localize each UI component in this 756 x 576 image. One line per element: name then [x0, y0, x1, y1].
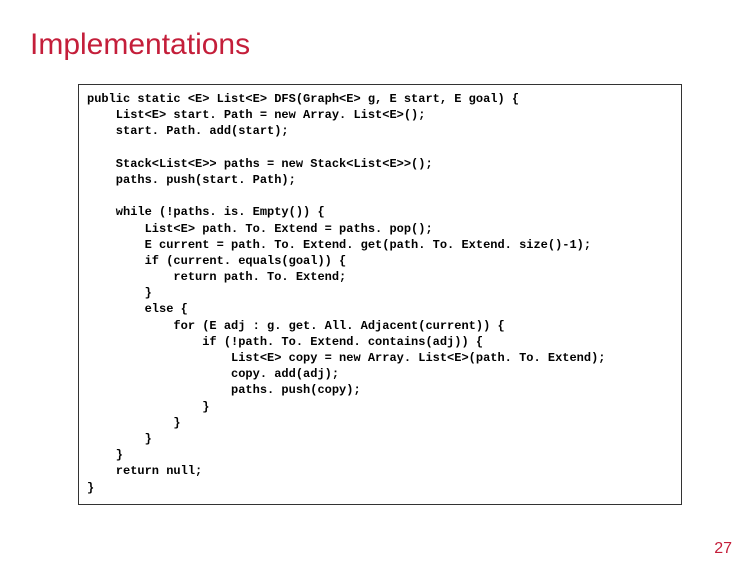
- code-line: }: [87, 432, 152, 446]
- code-line: paths. push(start. Path);: [87, 173, 296, 187]
- code-line: else {: [87, 302, 188, 316]
- code-box: public static <E> List<E> DFS(Graph<E> g…: [78, 84, 682, 505]
- code-line: copy. add(adj);: [87, 367, 339, 381]
- page-number: 27: [714, 540, 732, 558]
- code-line: start. Path. add(start);: [87, 124, 289, 138]
- code-line: List<E> start. Path = new Array. List<E>…: [87, 108, 425, 122]
- code-line: if (!path. To. Extend. contains(adj)) {: [87, 335, 483, 349]
- code-line: return null;: [87, 464, 202, 478]
- code-line: }: [87, 286, 152, 300]
- code-line: List<E> path. To. Extend = paths. pop();: [87, 222, 433, 236]
- code-line: if (current. equals(goal)) {: [87, 254, 346, 268]
- code-line: for (E adj : g. get. All. Adjacent(curre…: [87, 319, 505, 333]
- slide: Implementations public static <E> List<E…: [0, 0, 756, 576]
- code-line: while (!paths. is. Empty()) {: [87, 205, 325, 219]
- code-line: public static <E> List<E> DFS(Graph<E> g…: [87, 92, 519, 106]
- code-line: }: [87, 400, 209, 414]
- slide-title: Implementations: [30, 28, 250, 62]
- code-line: }: [87, 416, 181, 430]
- code-line: E current = path. To. Extend. get(path. …: [87, 238, 591, 252]
- code-line: Stack<List<E>> paths = new Stack<List<E>…: [87, 157, 433, 171]
- code-line: }: [87, 448, 123, 462]
- code-line: return path. To. Extend;: [87, 270, 346, 284]
- code-line: List<E> copy = new Array. List<E>(path. …: [87, 351, 605, 365]
- code-line: }: [87, 481, 94, 495]
- code-block: public static <E> List<E> DFS(Graph<E> g…: [87, 91, 673, 496]
- code-line: paths. push(copy);: [87, 383, 361, 397]
